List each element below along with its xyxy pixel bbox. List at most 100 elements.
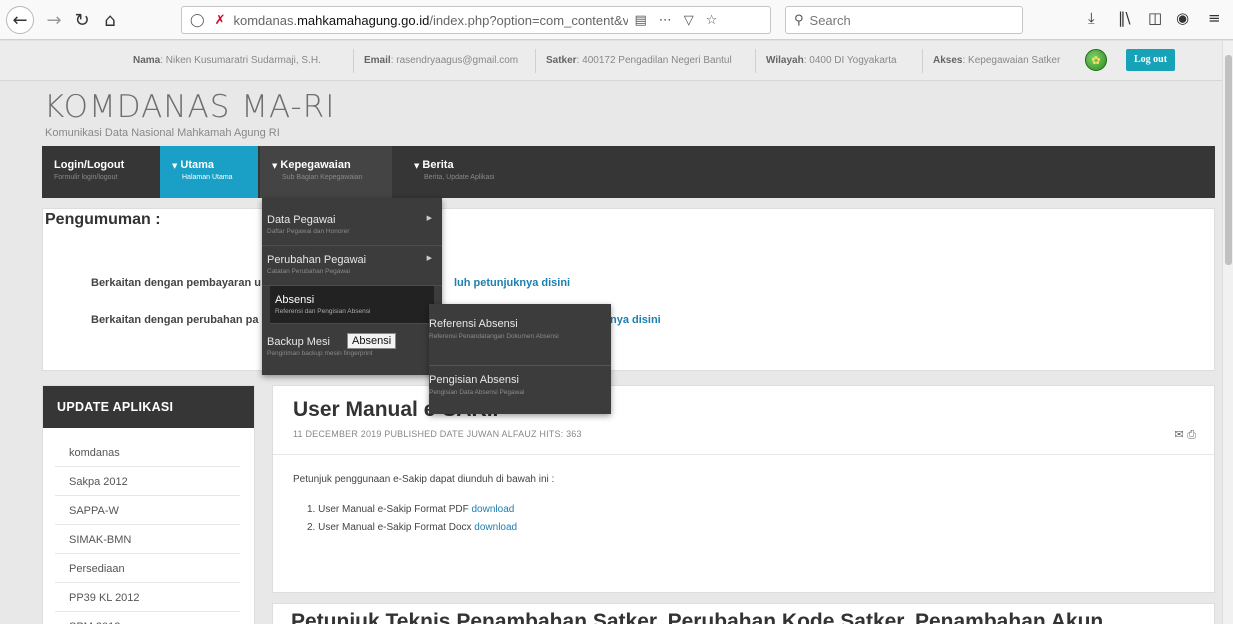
announcement-title: Pengumuman : <box>45 211 161 228</box>
download-link[interactable]: download <box>472 504 515 515</box>
nav-label: Kepegawaian <box>280 159 351 171</box>
menu-item-data-pegawai[interactable]: Data Pegawai Daftar Pegawai dan Honorer … <box>262 206 442 246</box>
vertical-scrollbar[interactable] <box>1222 41 1233 624</box>
menu-item-referensi-absensi[interactable]: Referensi Absensi Referensi Penandatanga… <box>429 318 611 341</box>
menu-icon[interactable]: ≡ <box>1208 9 1221 27</box>
print-icon[interactable]: ⎙ <box>1187 428 1196 441</box>
page-content: Nama: Niken Kusumaratri Sudarmaji, S.H. … <box>0 41 1222 624</box>
url-text[interactable]: komdanas.mahkamahagung.go.id/index.php?o… <box>233 13 628 28</box>
url-bar[interactable]: ◯ ✗ komdanas.mahkamahagung.go.id/index.p… <box>181 6 771 34</box>
back-icon[interactable]: ← <box>6 6 34 34</box>
reload-icon[interactable]: ↻ <box>68 6 96 34</box>
nav-sublabel: Halaman Utama <box>182 174 233 181</box>
nav-utama[interactable]: ▼ Utama Halaman Utama <box>160 146 258 198</box>
caret-down-icon: ▼ <box>172 162 178 170</box>
list-item: 2. User Manual e-Sakip Format Docx downl… <box>307 522 518 533</box>
divider <box>353 49 354 73</box>
emblem-icon: ✿ <box>1085 49 1107 71</box>
logout-button[interactable]: Log out <box>1126 49 1176 71</box>
caret-down-icon: ▼ <box>272 162 278 170</box>
article-intro: Petunjuk penggunaan e-Sakip dapat diundu… <box>293 474 555 485</box>
user-satker: Satker: 400172 Pengadilan Negeri Bantul <box>546 55 732 66</box>
divider <box>429 365 611 366</box>
reader-icon[interactable]: ▤ <box>634 13 646 28</box>
shield-icon[interactable]: ◯ <box>190 13 205 28</box>
url-path: /index.php?option=com_content&view=fe <box>429 12 629 28</box>
caret-right-icon: ▶ <box>426 214 432 222</box>
download-link[interactable]: download <box>474 522 517 533</box>
announcement-text: Berkaitan dengan pembayaran u <box>91 277 261 289</box>
user-email: Email: rasendryaagus@gmail.com <box>364 55 519 66</box>
home-icon[interactable]: ⌂ <box>96 6 124 34</box>
url-domain: mahkamahagung.go.id <box>297 12 430 28</box>
tooltip: Absensi <box>347 333 397 349</box>
main-nav: Login/Logout Formulir login/logout ▼ Utam… <box>42 146 1215 198</box>
pocket-icon[interactable]: ▽ <box>684 13 694 28</box>
search-input[interactable]: ⚲ Search <box>785 6 1023 34</box>
nav-label: Utama <box>180 159 215 171</box>
sidebar-item-spm[interactable]: SPM 2012 <box>55 612 240 624</box>
list-item: 1. User Manual e-Sakip Format PDF downlo… <box>307 504 515 515</box>
sidebar-list: komdanas Sakpa 2012 SAPPA-W SIMAK-BMN Pe… <box>55 438 240 624</box>
menu-sublabel: Pengiriman backup mesin fingerprint <box>267 350 373 357</box>
nav-sublabel: Formulir login/logout <box>54 174 118 181</box>
menu-item-absensi[interactable]: Absensi Referensi dan Pengisian Absensi <box>270 286 434 324</box>
article-title[interactable]: Petunjuk Teknis Penambahan Satker, Perub… <box>291 610 1103 624</box>
nav-sublabel: Berita, Update Aplikasi <box>424 174 495 181</box>
sidebar-item-persediaan[interactable]: Persediaan <box>55 554 240 583</box>
nav-kepegawaian[interactable]: ▼ Kepegawaian Sub Bagian Kepegawaian <box>260 146 392 198</box>
menu-sublabel: Daftar Pegawai dan Honorer <box>267 228 350 235</box>
library-icon[interactable]: ‖\ <box>1118 9 1131 27</box>
more-icon[interactable]: ⋯ <box>659 13 672 28</box>
sidebar-item-sakpa[interactable]: Sakpa 2012 <box>55 467 240 496</box>
announcement-link[interactable]: nya disini <box>610 314 661 326</box>
sidebar-item-pp39[interactable]: PP39 KL 2012 <box>55 583 240 612</box>
forward-icon[interactable]: → <box>40 6 68 34</box>
update-apps-sidebar: UPDATE APLIKASI komdanas Sakpa 2012 SAPP… <box>42 385 255 624</box>
article-meta: 11 DECEMBER 2019 PUBLISHED DATE JUWAN AL… <box>293 429 582 439</box>
menu-item-pengisian-absensi[interactable]: Pengisian Absensi Pengisian Data Absensi… <box>429 374 611 397</box>
sidebar-item-simak-bmn[interactable]: SIMAK-BMN <box>55 525 240 554</box>
article-actions: ✉ ⎙ <box>1174 428 1196 442</box>
insecure-lock-icon[interactable]: ✗ <box>215 13 226 28</box>
menu-label: Perubahan Pegawai <box>267 254 367 266</box>
divider <box>273 454 1214 455</box>
user-wilayah: Wilayah: 0400 DI Yogyakarta <box>766 55 897 66</box>
user-name: Nama: Niken Kusumaratri Sudarmaji, S.H. <box>133 55 321 66</box>
nav-label: Berita <box>422 159 454 171</box>
download-icon[interactable]: ⤓ <box>1088 9 1095 27</box>
nav-label: Login/Logout <box>54 159 125 171</box>
divider <box>755 49 756 73</box>
menu-label: Data Pegawai <box>267 214 336 226</box>
menu-sublabel: Referensi Penandatangan Dokumen Absensi <box>429 333 559 340</box>
article-card: Petunjuk Teknis Penambahan Satker, Perub… <box>272 603 1215 624</box>
browser-toolbar: ← → ↻ ⌂ ◯ ✗ komdanas.mahkamahagung.go.id… <box>0 0 1233 40</box>
site-subtitle: Komunikasi Data Nasional Mahkamah Agung … <box>45 127 280 139</box>
url-prefix: komdanas. <box>233 12 298 28</box>
sidebar-title: UPDATE APLIKASI <box>43 386 254 428</box>
menu-label: Backup Mesi <box>267 336 330 348</box>
nav-sublabel: Sub Bagian Kepegawaian <box>282 174 363 181</box>
absensi-submenu: Referensi Absensi Referensi Penandatanga… <box>429 304 611 414</box>
account-icon[interactable]: ◉ <box>1176 9 1189 27</box>
caret-down-icon: ▼ <box>414 162 420 170</box>
site-title[interactable]: KOMDANAS MA-RI <box>44 89 335 125</box>
scrollbar-thumb[interactable] <box>1225 55 1232 265</box>
menu-label: Referensi Absensi <box>429 318 518 330</box>
nav-berita[interactable]: ▼ Berita Berita, Update Aplikasi <box>402 146 532 198</box>
menu-sublabel: Pengisian Data Absensi Pegawai <box>429 389 525 396</box>
article-card: User Manual e-SAKIP 11 DECEMBER 2019 PUB… <box>272 385 1215 593</box>
divider <box>922 49 923 73</box>
announcement-link[interactable]: luh petunjuknya disini <box>454 277 570 289</box>
sidebar-item-komdanas[interactable]: komdanas <box>55 438 240 467</box>
email-icon[interactable]: ✉ <box>1174 428 1183 441</box>
menu-item-perubahan-pegawai[interactable]: Perubahan Pegawai Catatan Perubahan Pega… <box>262 246 442 286</box>
sidebar-item-sappa-w[interactable]: SAPPA-W <box>55 496 240 525</box>
menu-label: Absensi <box>275 294 315 306</box>
announcement-panel: Pengumuman : Berkaitan dengan pembayaran… <box>42 208 1215 371</box>
bookmark-star-icon[interactable]: ☆ <box>706 13 718 28</box>
nav-login-logout[interactable]: Login/Logout Formulir login/logout <box>42 146 153 198</box>
announcement-text: Berkaitan dengan perubahan pa <box>91 314 259 326</box>
sidebar-icon[interactable]: ◫ <box>1148 9 1162 27</box>
menu-sublabel: Referensi dan Pengisian Absensi <box>275 308 371 315</box>
